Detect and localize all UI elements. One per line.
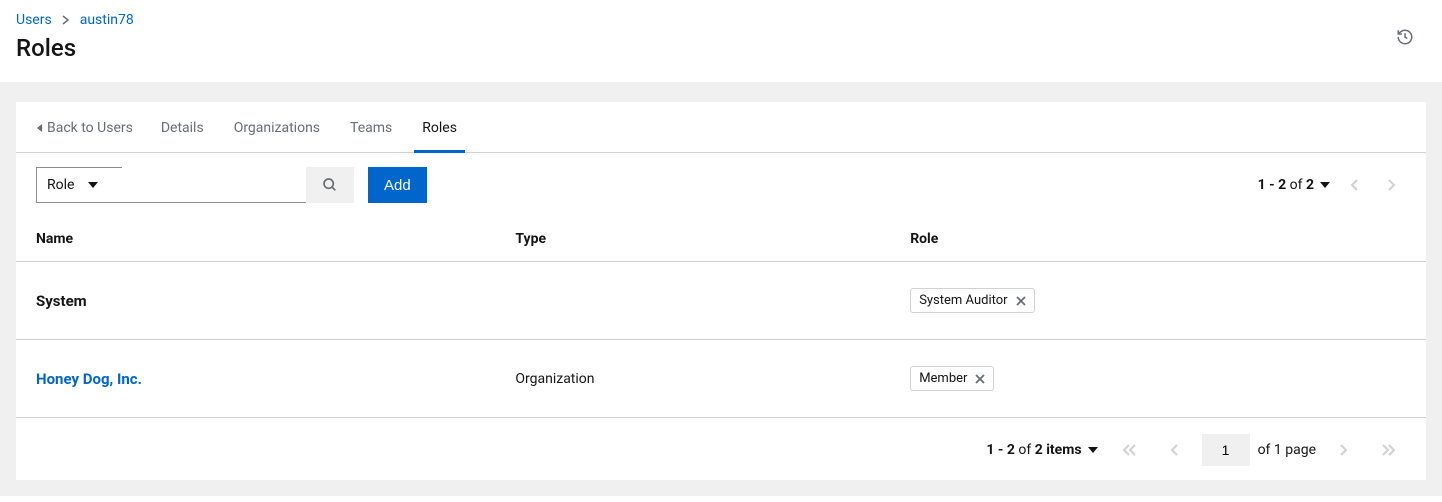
caret-down-icon [1088, 447, 1098, 453]
tab-details[interactable]: Details [161, 104, 204, 152]
top-next-page[interactable] [1378, 175, 1406, 195]
bottom-of-word: of [1018, 442, 1031, 458]
row-type: Organization [495, 340, 890, 418]
top-range: 1 - 2 [1258, 177, 1287, 193]
top-pagination-range-dropdown[interactable]: 1 - 2 of 2 [1258, 177, 1330, 193]
of-pages-label: of 1 page [1258, 442, 1316, 458]
remove-role-icon[interactable] [1016, 296, 1026, 306]
top-pagination: 1 - 2 of 2 [1258, 175, 1406, 195]
add-button[interactable]: Add [368, 167, 427, 203]
row-name: System [36, 292, 87, 310]
search-icon [322, 177, 338, 193]
caret-left-icon [36, 123, 43, 133]
toolbar: Role Add [16, 153, 1426, 217]
top-of-word: of [1290, 177, 1303, 193]
chevron-right-icon [62, 15, 70, 25]
breadcrumb: Users austin78 [16, 12, 1426, 28]
bottom-next-page[interactable] [1330, 440, 1358, 460]
tab-roles[interactable]: Roles [422, 104, 457, 152]
breadcrumb-user-link[interactable]: austin78 [80, 12, 134, 28]
bottom-prev-page[interactable] [1160, 440, 1188, 460]
history-icon[interactable] [1396, 28, 1414, 46]
bottom-first-page[interactable] [1112, 440, 1146, 460]
top-prev-page[interactable] [1340, 175, 1368, 195]
caret-down-icon [1320, 182, 1330, 188]
col-role: Role [890, 217, 1426, 262]
bottom-pagination: 1 - 2 of 2 items of 1 page [16, 418, 1426, 480]
remove-role-icon[interactable] [975, 374, 985, 384]
bottom-range: 1 - 2 [986, 442, 1015, 458]
filter-group: Role [36, 167, 354, 203]
role-chip-label: Member [919, 371, 967, 386]
caret-down-icon [88, 182, 98, 188]
tabs-nav: Back to Users Details Organizations Team… [16, 104, 1426, 153]
row-name-link[interactable]: Honey Dog, Inc. [36, 370, 142, 388]
filter-type-label: Role [47, 177, 74, 193]
page-number-input[interactable] [1202, 434, 1250, 466]
bottom-total-items: 2 items [1035, 442, 1082, 458]
role-chip: Member [910, 366, 994, 391]
roles-card: Back to Users Details Organizations Team… [16, 102, 1426, 480]
filter-type-dropdown[interactable]: Role [36, 167, 122, 203]
back-to-users-label: Back to Users [47, 120, 133, 136]
top-total: 2 [1306, 177, 1314, 193]
tab-teams[interactable]: Teams [350, 104, 392, 152]
bottom-last-page[interactable] [1372, 440, 1406, 460]
search-button[interactable] [306, 167, 354, 203]
col-type: Type [495, 217, 890, 262]
role-chip: System Auditor [910, 288, 1034, 313]
role-chip-label: System Auditor [919, 293, 1007, 308]
bottom-pagination-range-dropdown[interactable]: 1 - 2 of 2 items [986, 442, 1097, 458]
col-name: Name [16, 217, 495, 262]
table-row: Honey Dog, Inc. Organization Member [16, 340, 1426, 418]
search-input[interactable] [122, 167, 306, 203]
row-type [495, 262, 890, 340]
breadcrumb-users-link[interactable]: Users [16, 12, 52, 28]
page-title: Roles [16, 34, 1426, 62]
back-to-users-link[interactable]: Back to Users [36, 104, 133, 152]
table-row: System System Auditor [16, 262, 1426, 340]
tab-organizations[interactable]: Organizations [234, 104, 320, 152]
roles-table: Name Type Role System System Auditor Honey… [16, 217, 1426, 418]
